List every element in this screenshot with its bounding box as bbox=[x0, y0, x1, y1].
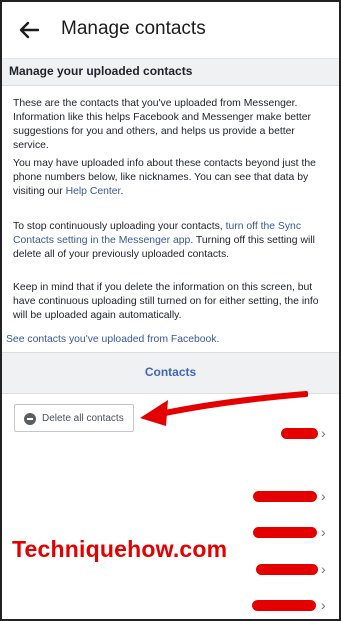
chevron-right-icon: › bbox=[321, 425, 326, 441]
watermark: Techniquehow.com bbox=[12, 536, 228, 562]
info-paragraph-2-end: . bbox=[120, 186, 124, 197]
app-bar: Manage contacts bbox=[2, 2, 339, 59]
info-paragraph-2: You may have uploaded info about these c… bbox=[13, 157, 331, 199]
contact-row[interactable]: › bbox=[2, 419, 339, 449]
page-title: Manage contacts bbox=[61, 18, 206, 39]
info-paragraph-3: To stop continuously uploading your cont… bbox=[13, 220, 331, 262]
contact-row[interactable]: › bbox=[2, 482, 339, 512]
redacted-contact-mark bbox=[252, 600, 316, 611]
redacted-contact-mark bbox=[281, 428, 318, 439]
help-center-link[interactable]: Help Center bbox=[66, 186, 121, 197]
section-header-label: Manage your uploaded contacts bbox=[9, 64, 193, 78]
info-paragraph-2-text: You may have uploaded info about these c… bbox=[13, 158, 316, 197]
redacted-contact-mark bbox=[256, 564, 318, 575]
info-paragraph-1: These are the contacts that you've uploa… bbox=[13, 98, 312, 151]
phone-frame: Manage contacts Manage your uploaded con… bbox=[0, 0, 341, 621]
redacted-contact-mark bbox=[253, 491, 317, 502]
chevron-right-icon: › bbox=[321, 561, 326, 577]
chevron-right-icon: › bbox=[321, 488, 326, 504]
section-header: Manage your uploaded contacts bbox=[2, 59, 339, 86]
redacted-contact-mark bbox=[253, 527, 317, 538]
contact-row[interactable]: › bbox=[2, 591, 339, 619]
chevron-right-icon: › bbox=[321, 597, 326, 613]
info-paragraph-4: Keep in mind that if you delete the info… bbox=[13, 282, 319, 321]
tab-contacts-label: Contacts bbox=[144, 365, 197, 379]
back-arrow-icon bbox=[19, 21, 39, 39]
info-paragraph-3-text: To stop continuously uploading your cont… bbox=[13, 221, 226, 232]
facebook-contacts-link[interactable]: See contacts you've uploaded from Facebo… bbox=[6, 334, 219, 345]
chevron-right-icon: › bbox=[321, 524, 326, 540]
back-button[interactable] bbox=[15, 16, 43, 44]
